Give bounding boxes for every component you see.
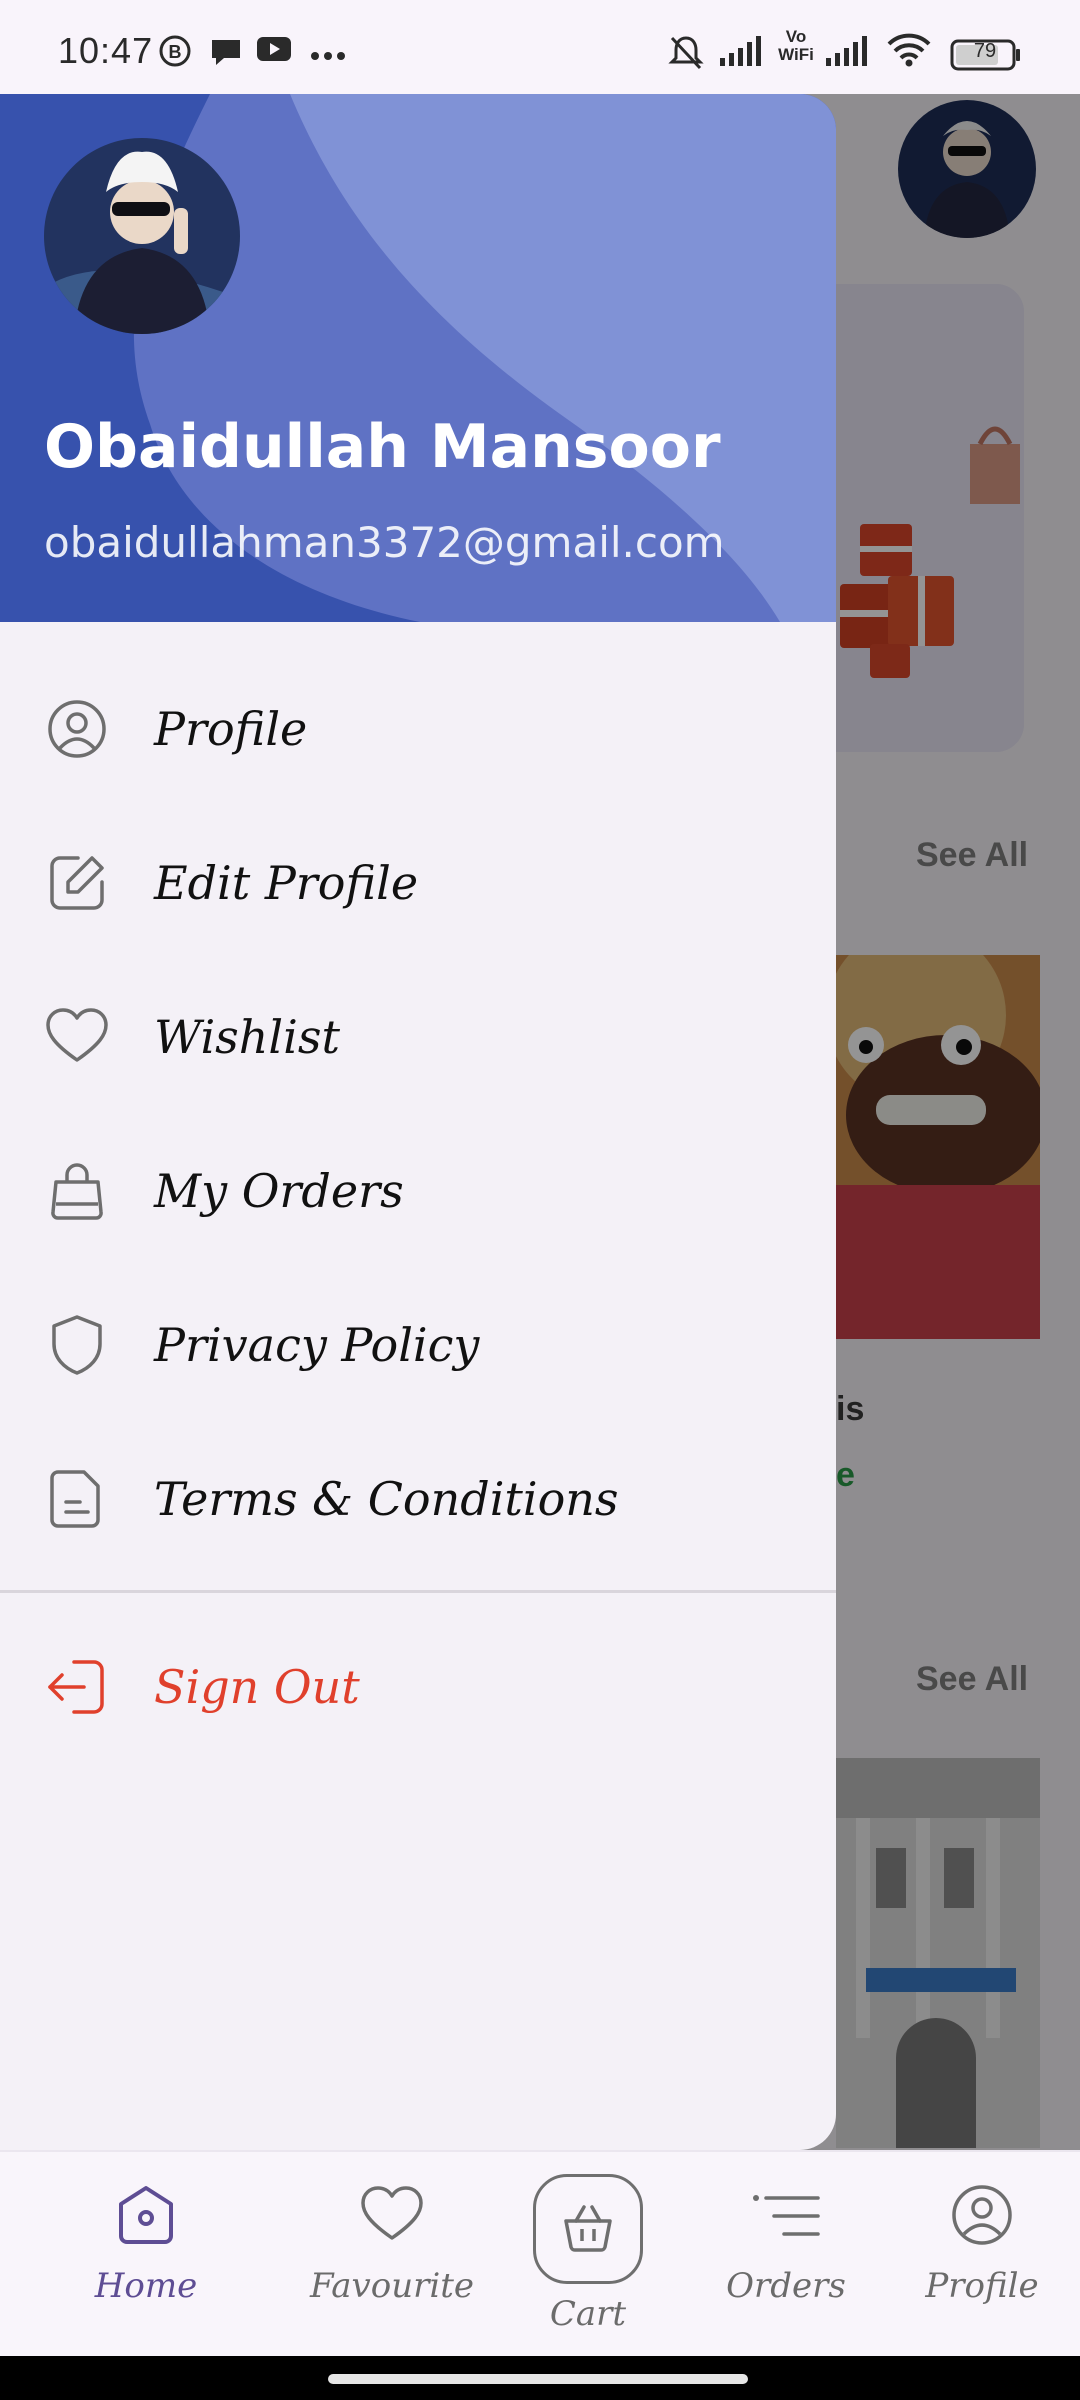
- document-icon: [44, 1466, 110, 1532]
- nav-favourite[interactable]: Favourite: [302, 2182, 482, 2306]
- nav-label: Home: [94, 2266, 198, 2306]
- list-icon: [696, 2182, 876, 2252]
- heart-icon: [44, 1004, 110, 1070]
- battery-level: 79: [973, 40, 997, 62]
- nav-home[interactable]: Home: [56, 2182, 236, 2306]
- menu-item-edit-profile[interactable]: Edit Profile: [0, 808, 836, 958]
- svg-text:B: B: [169, 42, 182, 62]
- vowifi-icon: Vo WiFi: [778, 27, 814, 64]
- basket-icon: [560, 2199, 616, 2259]
- home-icon: [56, 2182, 236, 2252]
- shield-icon: [44, 1312, 110, 1378]
- home-gesture-handle[interactable]: [328, 2374, 748, 2384]
- signal-icon: [824, 34, 870, 72]
- menu-divider: [0, 1590, 836, 1593]
- nav-label: Cart: [549, 2294, 627, 2334]
- menu-item-wishlist[interactable]: Wishlist: [0, 962, 836, 1112]
- menu-item-profile[interactable]: Profile: [0, 654, 836, 804]
- b-icon: B: [158, 34, 192, 72]
- menu-label: Wishlist: [154, 1010, 340, 1064]
- sign-out-label: Sign Out: [154, 1660, 360, 1714]
- user-name: Obaidullah Mansoor: [44, 412, 721, 482]
- menu-label: Terms & Conditions: [154, 1472, 619, 1526]
- menu-label: My Orders: [154, 1164, 404, 1218]
- bottom-navigation: Home Favourite Cart Orders Profile: [0, 2150, 1080, 2356]
- system-gesture-bar: [0, 2356, 1080, 2400]
- shopping-bag-icon: [44, 1158, 110, 1224]
- user-circle-icon: [44, 696, 110, 762]
- signal-icon: [718, 34, 764, 72]
- status-bar: 10:47 B Vo WiFi 79: [0, 0, 1080, 94]
- menu-label: Edit Profile: [154, 856, 419, 910]
- menu-label: Profile: [154, 702, 308, 756]
- menu-label: Privacy Policy: [154, 1318, 480, 1372]
- menu-item-privacy-policy[interactable]: Privacy Policy: [0, 1270, 836, 1420]
- drawer-header: Obaidullah Mansoor obaidullahman3372@gma…: [0, 94, 836, 622]
- menu-item-terms-conditions[interactable]: Terms & Conditions: [0, 1424, 836, 1574]
- more-dots-icon: [310, 46, 346, 65]
- status-time: 10:47: [58, 30, 154, 71]
- menu-item-my-orders[interactable]: My Orders: [0, 1116, 836, 1266]
- edit-square-icon: [44, 850, 110, 916]
- chat-bubble-icon: [208, 34, 244, 72]
- wifi-icon: [886, 32, 932, 72]
- youtube-icon: [256, 34, 292, 68]
- cart-button-frame: [533, 2174, 643, 2284]
- sign-out-button[interactable]: Sign Out: [0, 1612, 836, 1762]
- nav-label: Favourite: [309, 2266, 475, 2306]
- nav-label: Orders: [726, 2266, 846, 2306]
- bell-muted-icon: [668, 34, 704, 76]
- nav-label: Profile: [925, 2266, 1039, 2306]
- heart-icon: [302, 2182, 482, 2252]
- nav-cart[interactable]: Cart: [498, 2174, 678, 2334]
- user-email: obaidullahman3372@gmail.com: [44, 518, 725, 567]
- user-circle-icon: [892, 2182, 1072, 2252]
- navigation-drawer: Obaidullah Mansoor obaidullahman3372@gma…: [0, 94, 836, 2150]
- user-avatar[interactable]: [44, 138, 240, 334]
- logout-icon: [44, 1654, 110, 1720]
- nav-profile[interactable]: Profile: [892, 2182, 1072, 2306]
- nav-orders[interactable]: Orders: [696, 2182, 876, 2306]
